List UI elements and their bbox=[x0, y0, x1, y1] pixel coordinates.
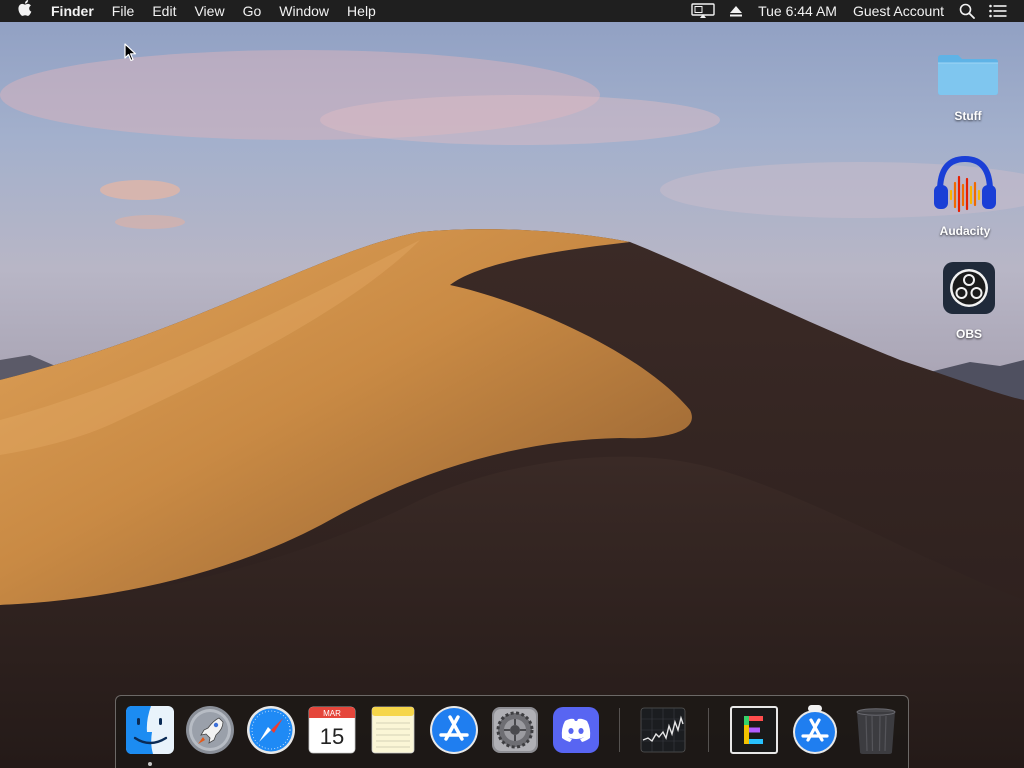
dock-item-app-store-installer[interactable] bbox=[789, 704, 841, 756]
trash-icon bbox=[856, 708, 896, 754]
dock-separator bbox=[619, 708, 620, 752]
app-menu-finder[interactable]: Finder bbox=[42, 0, 103, 22]
desktop-item-audacity[interactable]: Audacity bbox=[920, 155, 1010, 238]
desktop-item-label: OBS bbox=[955, 327, 982, 341]
notes-icon bbox=[371, 706, 415, 754]
dock-item-app-store[interactable] bbox=[428, 704, 480, 756]
dock-item-editor[interactable] bbox=[728, 704, 780, 756]
dock-item-stocks[interactable] bbox=[637, 704, 689, 756]
apple-menu[interactable] bbox=[0, 0, 42, 22]
dock-item-safari[interactable] bbox=[245, 704, 297, 756]
fast-user-switch-menu[interactable]: Guest Account bbox=[845, 0, 952, 22]
menu-edit[interactable]: Edit bbox=[143, 0, 185, 22]
app-store-installer-icon bbox=[793, 705, 837, 754]
running-indicator bbox=[148, 762, 152, 766]
desktop-screen: Finder File Edit View Go Window Help Tue… bbox=[0, 0, 1024, 768]
menu-bar-status-area: Tue 6:44 AM Guest Account bbox=[684, 0, 1014, 22]
dock: MAR 15 bbox=[115, 695, 909, 768]
system-preferences-icon bbox=[492, 707, 538, 753]
menu-go[interactable]: Go bbox=[234, 0, 271, 22]
eject-icon[interactable] bbox=[722, 0, 750, 22]
dock-item-notes[interactable] bbox=[367, 704, 419, 756]
editor-e-icon bbox=[730, 706, 778, 754]
dock-item-trash[interactable] bbox=[850, 704, 902, 756]
menu-file[interactable]: File bbox=[103, 0, 144, 22]
apple-logo-icon bbox=[18, 0, 32, 22]
dock-item-system-preferences[interactable] bbox=[489, 704, 541, 756]
app-store-icon bbox=[430, 706, 478, 754]
menu-bar-clock[interactable]: Tue 6:44 AM bbox=[750, 0, 845, 22]
menu-view[interactable]: View bbox=[185, 0, 233, 22]
desktop-item-label: Audacity bbox=[939, 224, 991, 238]
finder-icon bbox=[126, 706, 174, 754]
dock-item-discord[interactable] bbox=[550, 704, 602, 756]
calendar-month: MAR bbox=[323, 709, 341, 718]
dock-separator bbox=[708, 708, 709, 752]
dock-item-launchpad[interactable] bbox=[184, 704, 236, 756]
audacity-icon bbox=[932, 155, 998, 218]
obs-icon bbox=[941, 260, 997, 321]
calendar-day: 15 bbox=[320, 724, 344, 749]
dock-item-calendar[interactable]: MAR 15 bbox=[306, 704, 358, 756]
desktop-wallpaper bbox=[0, 0, 1024, 768]
mouse-pointer-icon bbox=[124, 43, 138, 63]
menu-help[interactable]: Help bbox=[338, 0, 385, 22]
stocks-chart-icon bbox=[640, 707, 686, 753]
discord-icon bbox=[553, 707, 599, 753]
calendar-icon: MAR 15 bbox=[308, 706, 356, 754]
spotlight-search-icon[interactable] bbox=[952, 0, 982, 22]
desktop-item-stuff[interactable]: Stuff bbox=[923, 50, 1013, 123]
safari-icon bbox=[247, 706, 295, 754]
desktop-item-obs[interactable]: OBS bbox=[924, 260, 1014, 341]
airplay-display-icon[interactable] bbox=[684, 0, 722, 22]
launchpad-icon bbox=[186, 706, 234, 754]
desktop-item-label: Stuff bbox=[954, 109, 982, 123]
dock-item-finder[interactable] bbox=[124, 704, 176, 756]
menu-bar: Finder File Edit View Go Window Help Tue… bbox=[0, 0, 1024, 22]
folder-icon bbox=[936, 50, 1000, 103]
notification-center-icon[interactable] bbox=[982, 0, 1014, 22]
menu-window[interactable]: Window bbox=[270, 0, 338, 22]
